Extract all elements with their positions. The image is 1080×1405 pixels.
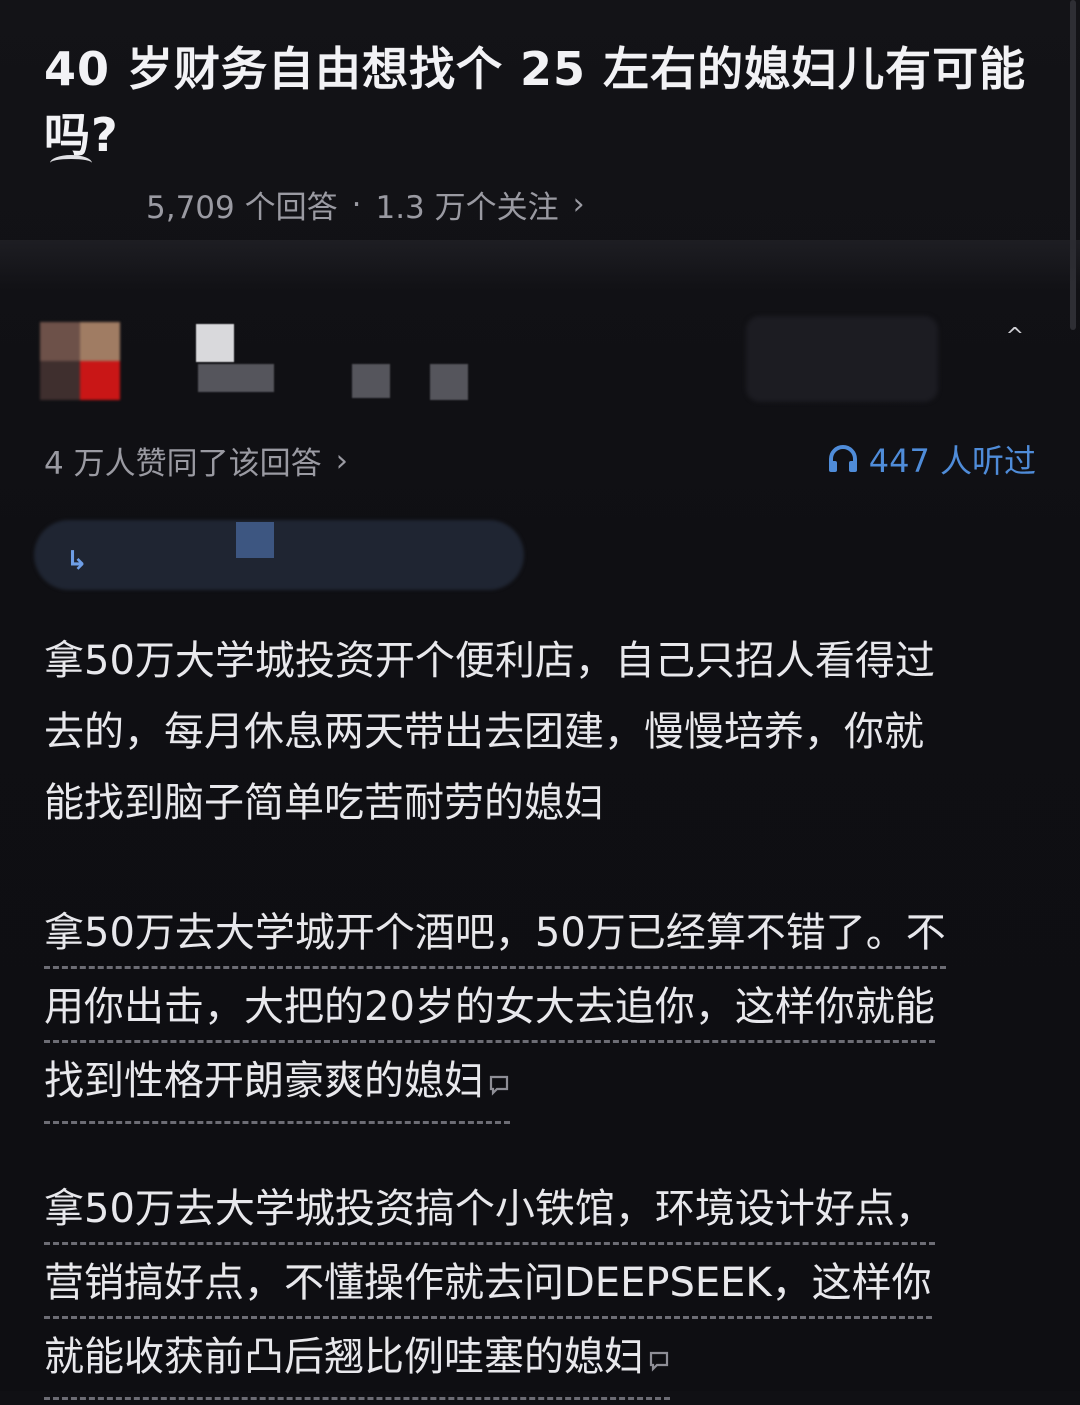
answer-line-text: 找到性格开朗豪爽的媳妇: [44, 1058, 484, 1104]
caret-up-icon[interactable]: ^: [1006, 324, 1024, 349]
answer-line: 能找到脑子简单吃苦耐劳的媳妇: [44, 780, 604, 826]
header-divider: [0, 240, 1080, 290]
author-name-mask: [196, 324, 234, 362]
answer-line-last: 就能收获前凸后翘比例哇塞的媳妇: [44, 1324, 670, 1400]
answer-line-text: 就能收获前凸后翘比例哇塞的媳妇: [44, 1334, 644, 1380]
answer-line: 去的，每月休息两天带出去团建，慢慢培养，你就: [44, 709, 924, 755]
question-title[interactable]: 40 岁财务自由想找个 25 左右的媳妇儿有可能吗?: [44, 36, 1044, 168]
title-decoration: [50, 155, 92, 171]
comment-bubble-icon[interactable]: [488, 1055, 510, 1121]
answer-line-last: 找到性格开朗豪爽的媳妇: [44, 1048, 510, 1124]
approve-count: 4 万人赞同了该回答: [44, 446, 322, 482]
listen-badge[interactable]: 447 人听过: [827, 436, 1036, 482]
answer-paragraph-1: 拿50万大学城投资开个便利店，自己只招人看得过 去的，每月休息两天带出去团建，慢…: [44, 626, 1044, 839]
approve-line[interactable]: 4 万人赞同了该回答 ›: [44, 438, 348, 483]
chevron-right-icon: ›: [335, 442, 348, 479]
avatar[interactable]: [40, 322, 120, 400]
answer-line: 拿50万去大学城投资搞个小铁馆，环境设计好点，: [44, 1176, 935, 1245]
stats-separator: ·: [351, 186, 362, 223]
chevron-right-icon: ›: [572, 187, 585, 222]
headphones-icon: [827, 444, 859, 474]
answer-paragraph-3[interactable]: 拿50万去大学城投资搞个小铁馆，环境设计好点， 营销搞好点，不懂操作就去问DEE…: [44, 1176, 1044, 1405]
ai-summary-pill-mask[interactable]: [34, 520, 524, 590]
follow-button-mask[interactable]: [746, 316, 938, 402]
author-bio-mask-3: [430, 364, 468, 400]
answer-line: 用你出击，大把的20岁的女大去追你，这样你就能: [44, 974, 935, 1043]
answer-page: 40 岁财务自由想找个 25 左右的媳妇儿有可能吗? 5,709 个回答 · 1…: [0, 0, 1080, 1400]
pill-icon: ↳: [66, 546, 88, 576]
pill-mask-block: [236, 522, 274, 558]
answer-line: 拿50万去大学城开个酒吧，50万已经算不错了。不: [44, 900, 946, 969]
answer-paragraph-2[interactable]: 拿50万去大学城开个酒吧，50万已经算不错了。不 用你出击，大把的20岁的女大去…: [44, 900, 1044, 1129]
comment-bubble-icon[interactable]: [648, 1331, 670, 1397]
question-stats[interactable]: 5,709 个回答 · 1.3 万个关注 ›: [146, 182, 585, 227]
answers-count: 5,709 个回答: [146, 190, 338, 226]
listen-count: 447 人听过: [868, 442, 1036, 480]
author-bio-mask: [198, 364, 274, 392]
followers-count: 1.3 万个关注: [375, 190, 559, 226]
author-bio-mask-2: [352, 364, 390, 398]
answer-line: 营销搞好点，不懂操作就去问DEEPSEEK，这样你: [44, 1250, 932, 1319]
answer-line: 拿50万大学城投资开个便利店，自己只招人看得过: [44, 638, 935, 684]
